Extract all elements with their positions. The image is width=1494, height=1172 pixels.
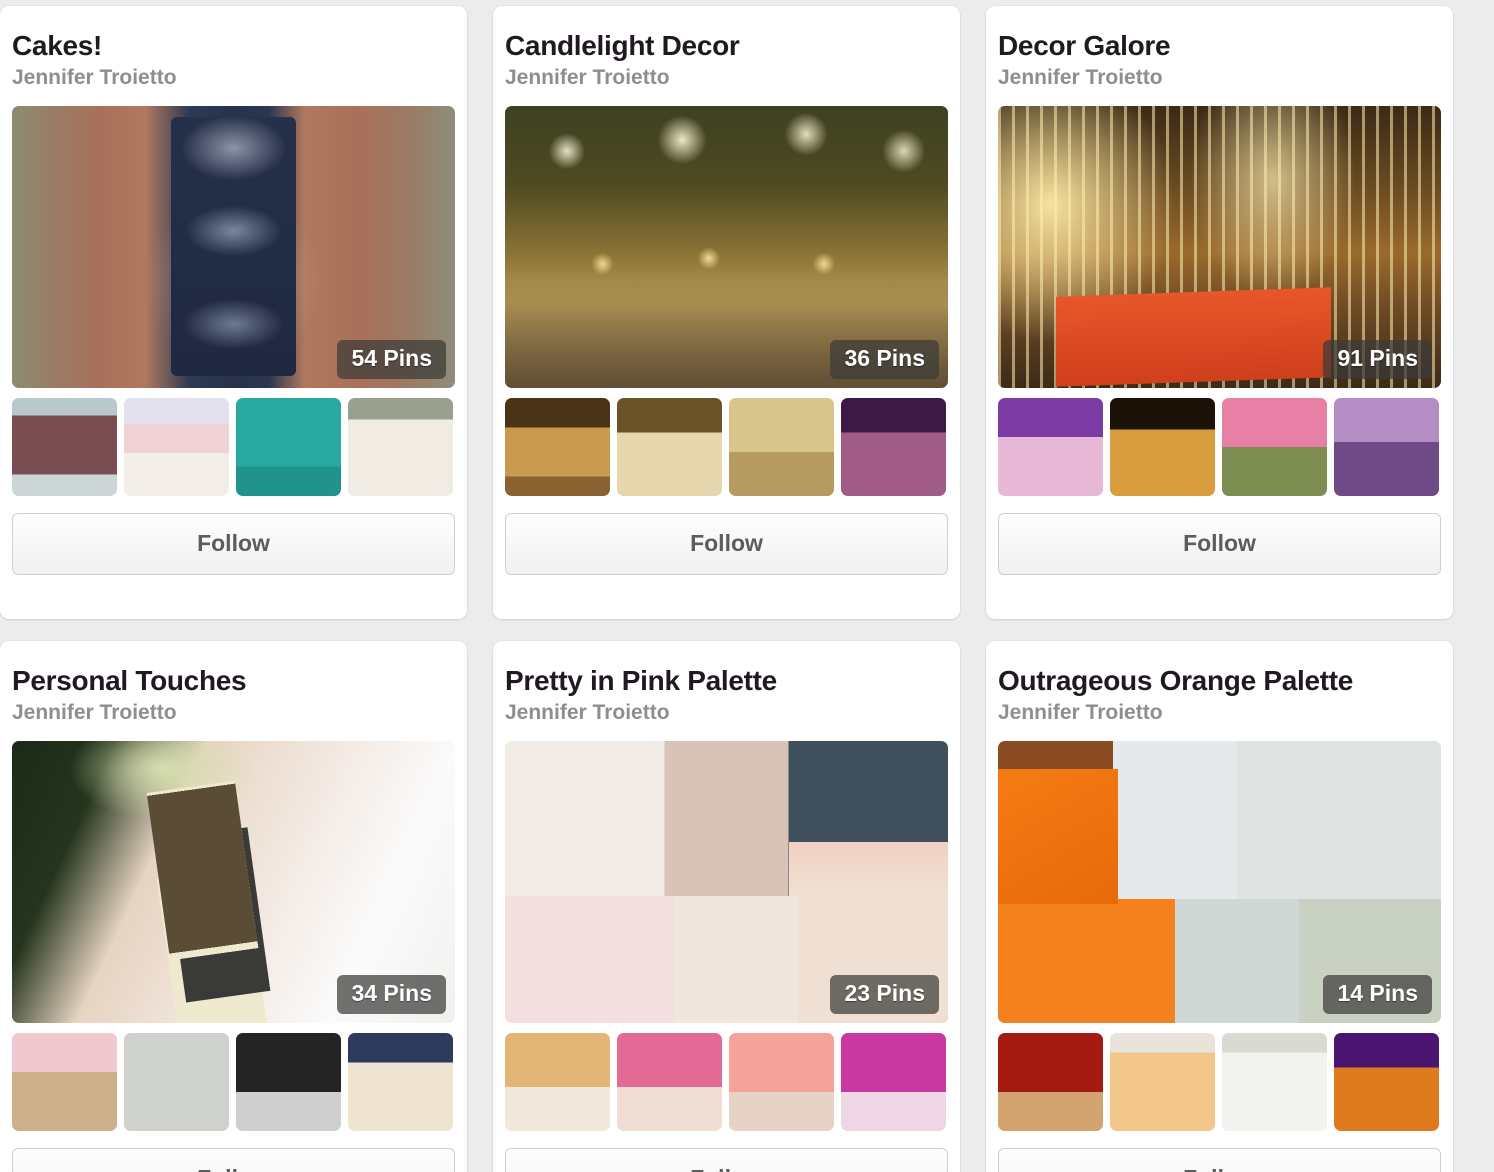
thumb-purple-draped-arch (998, 397, 1103, 496)
thumbnail-strip (998, 1032, 1441, 1131)
board-owner[interactable]: Jennifer Troietto (505, 64, 948, 91)
board-title[interactable]: Decor Galore (998, 30, 1441, 61)
board-thumbnail[interactable] (236, 1032, 341, 1131)
board-owner[interactable]: Jennifer Troietto (998, 699, 1441, 726)
board-owner[interactable]: Jennifer Troietto (12, 64, 455, 91)
thumbnail-strip (505, 1032, 948, 1131)
thumb-red-orange-centerpiece (998, 1032, 1103, 1131)
board-thumbnail[interactable] (998, 397, 1103, 496)
thumb-table-number-seven (12, 1032, 117, 1131)
board-thumbnail[interactable] (729, 397, 834, 496)
board-header: Personal Touches Jennifer Troietto (12, 641, 455, 733)
follow-button[interactable]: Follow (998, 512, 1441, 575)
board-header: Decor Galore Jennifer Troietto (998, 6, 1441, 98)
board-thumbnail[interactable] (348, 1032, 453, 1131)
board-thumbnail[interactable] (1110, 1032, 1215, 1131)
board-header: Outrageous Orange Palette Jennifer Troie… (998, 641, 1441, 733)
board-title[interactable]: Pretty in Pink Palette (505, 665, 948, 696)
board-owner[interactable]: Jennifer Troietto (505, 699, 948, 726)
board-thumbnail[interactable] (124, 1032, 229, 1131)
thumb-coral-floral-arch (729, 1032, 834, 1131)
board-thumbnail[interactable] (12, 1032, 117, 1131)
thumb-long-candle-table (617, 397, 722, 496)
thumbnail-strip (12, 397, 455, 496)
board-header: Cakes! Jennifer Troietto (12, 6, 455, 98)
board-thumbnail[interactable] (998, 1032, 1103, 1131)
board-thumbnail[interactable] (505, 397, 610, 496)
board-thumbnail[interactable] (1334, 397, 1439, 496)
board-title[interactable]: Personal Touches (12, 665, 455, 696)
board-owner[interactable]: Jennifer Troietto (12, 699, 455, 726)
follow-button[interactable]: Follow (505, 512, 948, 575)
thumb-orange-painted-cake (1110, 1032, 1215, 1131)
follow-button[interactable]: Follow (505, 1147, 948, 1172)
board-thumbnail[interactable] (348, 397, 453, 496)
thumb-signature-drinks (348, 1032, 453, 1131)
pin-count-badge: 23 Pins (830, 974, 939, 1014)
board-thumbnail[interactable] (841, 397, 946, 496)
thumb-teal-rose-cake (236, 397, 341, 496)
board-title[interactable]: Cakes! (12, 30, 455, 61)
follow-button[interactable]: Follow (998, 1147, 1441, 1172)
board-card[interactable]: Personal Touches Jennifer Troietto 34 Pi… (0, 641, 467, 1172)
board-card[interactable]: Pretty in Pink Palette Jennifer Troietto… (493, 641, 960, 1172)
board-grid: Cakes! Jennifer Troietto 54 Pins Follow … (0, 0, 1494, 1172)
board-thumbnail[interactable] (124, 397, 229, 496)
board-thumbnail[interactable] (617, 1032, 722, 1131)
board-thumbnail[interactable] (12, 397, 117, 496)
board-cover-image[interactable]: 54 Pins (12, 105, 455, 388)
board-thumbnail[interactable] (1334, 1032, 1439, 1131)
board-cover-image[interactable]: 36 Pins (505, 105, 948, 388)
thumb-violet-tall-centerpiece (1334, 397, 1439, 496)
pin-count-badge: 34 Pins (337, 974, 446, 1014)
board-thumbnail[interactable] (236, 397, 341, 496)
pin-count-badge: 36 Pins (830, 339, 939, 379)
thumb-purple-orange-uplighting (1334, 1032, 1439, 1131)
thumb-lace-white-cake (348, 397, 453, 496)
board-cover-image[interactable]: 23 Pins (505, 740, 948, 1023)
thumbnail-strip (998, 397, 1441, 496)
board-card[interactable]: Decor Galore Jennifer Troietto 91 Pins F… (986, 6, 1453, 619)
board-thumbnail[interactable] (1222, 1032, 1327, 1131)
board-cover-image[interactable]: 34 Pins (12, 740, 455, 1023)
thumbnail-strip (505, 397, 948, 496)
board-thumbnail[interactable] (617, 397, 722, 496)
thumb-pink-peony-centerpiece (617, 1032, 722, 1131)
board-thumbnail[interactable] (1222, 397, 1327, 496)
board-thumbnail[interactable] (505, 1032, 610, 1131)
board-cover-image[interactable]: 14 Pins (998, 740, 1441, 1023)
board-owner[interactable]: Jennifer Troietto (998, 64, 1441, 91)
thumb-chalkboard-couple-photo (236, 1032, 341, 1131)
board-thumbnail[interactable] (1110, 397, 1215, 496)
board-thumbnail[interactable] (729, 1032, 834, 1131)
board-header: Candlelight Decor Jennifer Troietto (505, 6, 948, 98)
thumb-orange-rose-tier-cake (1222, 1032, 1327, 1131)
thumb-purple-uplit-tables (841, 397, 946, 496)
board-header: Pretty in Pink Palette Jennifer Troietto (505, 641, 948, 733)
pin-count-badge: 14 Pins (1323, 974, 1432, 1014)
board-card[interactable]: Outrageous Orange Palette Jennifer Troie… (986, 641, 1453, 1172)
board-thumbnail[interactable] (841, 1032, 946, 1131)
pin-count-badge: 91 Pins (1323, 339, 1432, 379)
board-card[interactable]: Cakes! Jennifer Troietto 54 Pins Follow (0, 6, 467, 619)
thumbnail-strip (12, 1032, 455, 1131)
thumb-pink-dessert-table (505, 1032, 610, 1131)
thumb-candle-bar-display (505, 397, 610, 496)
board-cover-image[interactable]: 91 Pins (998, 105, 1441, 388)
thumb-crystal-candelabra (729, 397, 834, 496)
board-card[interactable]: Candlelight Decor Jennifer Troietto 36 P… (493, 6, 960, 619)
follow-button[interactable]: Follow (12, 1147, 455, 1172)
board-title[interactable]: Outrageous Orange Palette (998, 665, 1441, 696)
thumb-magenta-bridesmaid-gowns (841, 1032, 946, 1131)
thumb-chocolate-tier-cake (12, 397, 117, 496)
pin-count-badge: 54 Pins (337, 339, 446, 379)
thumb-handwritten-signs (124, 1032, 229, 1131)
thumb-pink-ruffle-cake (124, 397, 229, 496)
thumb-gold-chandelier-room (1110, 397, 1215, 496)
thumb-pink-floral-centerpieces (1222, 397, 1327, 496)
board-title[interactable]: Candlelight Decor (505, 30, 948, 61)
follow-button[interactable]: Follow (12, 512, 455, 575)
